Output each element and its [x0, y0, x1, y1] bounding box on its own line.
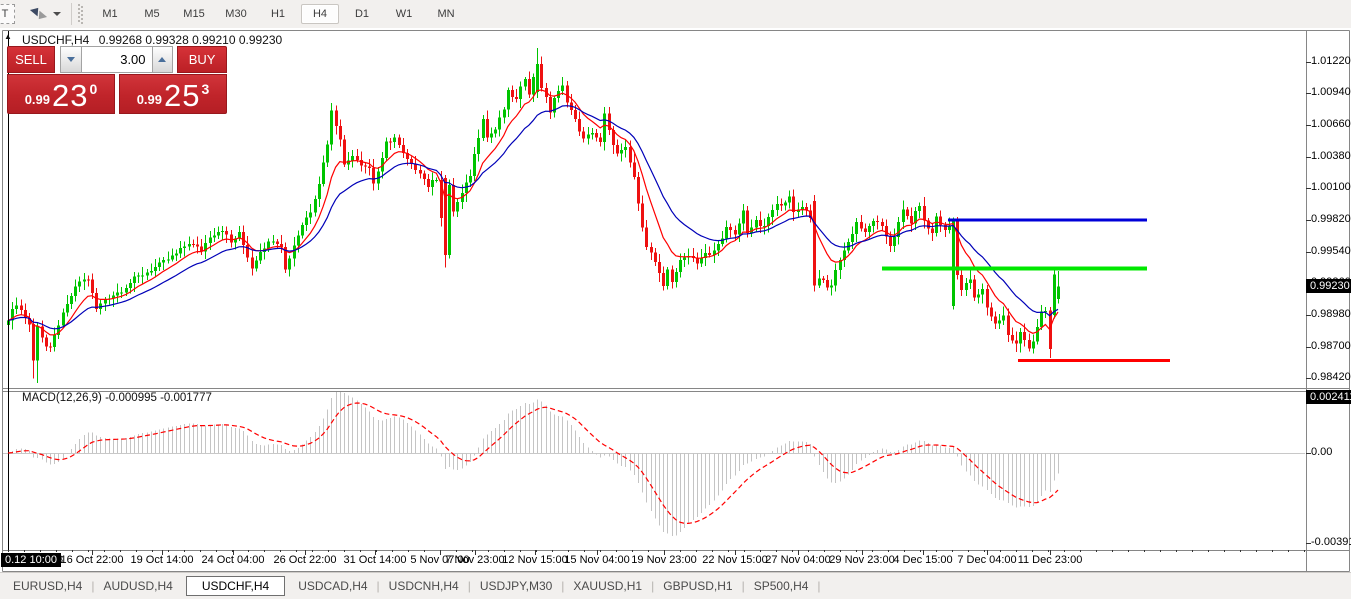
chart-tab-gbpusd[interactable]: GBPUSD,H1: [650, 576, 745, 596]
price-axis-label: 1.01220: [1311, 55, 1351, 67]
chart-tab-usdchf[interactable]: USDCHF,H4: [186, 576, 285, 596]
triangle-down-icon: [67, 57, 75, 62]
time-axis-label: 19 Oct 14:00: [131, 554, 194, 566]
toolbar: T M1M5M15M30H1H4D1W1MN: [0, 0, 1351, 29]
timeframe-button-m30[interactable]: M30: [217, 4, 255, 24]
time-axis-label: 24 Oct 04:00: [202, 554, 265, 566]
time-axis-label: 22 Nov 15:00: [702, 554, 767, 566]
current-price-label: 0.99230: [1306, 279, 1351, 293]
price-axis-label: 1.00660: [1311, 118, 1351, 130]
buy-button[interactable]: BUY: [177, 46, 227, 73]
sell-price-panel[interactable]: 0.99 23 0: [7, 74, 115, 114]
timeframe-button-h4[interactable]: H4: [301, 4, 339, 24]
ma-fast-line: [8, 90, 1058, 335]
chart-tab-eurusd[interactable]: EURUSD,H4: [0, 576, 95, 596]
symbol-period-label: USDCHF,H4: [22, 33, 89, 47]
object-anchor-icon[interactable]: ▲: [4, 32, 12, 41]
price-axis-label: 1.00380: [1311, 150, 1351, 162]
time-axis-label: 7 Nov 23:00: [445, 554, 504, 566]
chart-tab-usdcnh[interactable]: USDCNH,H4: [376, 576, 472, 596]
arrange-charts-icon[interactable]: [29, 6, 47, 22]
moving-averages-group: [8, 90, 1058, 335]
macd-indicator-label: MACD(12,26,9) -0.000995 -0.001777: [22, 392, 212, 404]
timeframe-button-m15[interactable]: M15: [175, 4, 213, 24]
timeframe-button-w1[interactable]: W1: [385, 4, 423, 24]
macd-current-value-label: 0.002411: [1306, 390, 1351, 404]
ohlc-values: 0.99268 0.99328 0.99210 0.99230: [99, 33, 283, 47]
volume-input[interactable]: [82, 46, 152, 73]
price-axis-label: 1.00940: [1311, 86, 1351, 98]
sell-price-pips: 23: [52, 81, 88, 111]
time-axis-label: 31 Oct 14:00: [344, 554, 407, 566]
chart-tab-xauusd[interactable]: XAUUSD,H1: [560, 576, 655, 596]
chart-tab-sp500[interactable]: SP500,H4: [741, 576, 822, 596]
timeframe-button-d1[interactable]: D1: [343, 4, 381, 24]
timeframe-button-mn[interactable]: MN: [427, 4, 465, 24]
tab-separator: |: [817, 579, 820, 593]
triangle-up-icon: [158, 57, 166, 62]
time-axis-label: 7 Dec 04:00: [957, 554, 1016, 566]
volume-decrease-button[interactable]: [60, 46, 82, 73]
chevron-down-icon[interactable]: [53, 12, 61, 16]
one-click-trading-panel: SELL BUY 0.99 23 0 0.99 25 3: [7, 46, 227, 114]
buy-price-pips: 25: [164, 81, 200, 111]
macd-histogram: [9, 390, 1059, 536]
time-axis-label: 29 Nov 23:00: [829, 554, 894, 566]
price-axis-label: 0.98980: [1311, 308, 1351, 320]
time-axis-label: 16 Oct 22:00: [61, 554, 124, 566]
chart-tab-usdcad[interactable]: USDCAD,H4: [285, 576, 380, 596]
price-axis-label: 0.99540: [1311, 245, 1351, 257]
time-axis-label: 15 Nov 04:00: [564, 554, 629, 566]
time-axis-label: 27 Nov 04:00: [765, 554, 830, 566]
time-axis-label: 19 Nov 23:00: [631, 554, 696, 566]
chart-tab-usdjpy[interactable]: USDJPY,M30: [467, 576, 565, 596]
time-axis-label: 26 Oct 22:00: [274, 554, 337, 566]
toolbar-grip-handle[interactable]: [78, 4, 83, 24]
time-axis-label: 12 Nov 15:00: [502, 554, 567, 566]
price-axis-label: 1.00100: [1311, 181, 1351, 193]
timeframe-button-m5[interactable]: M5: [133, 4, 171, 24]
chart-tab-audusd[interactable]: AUDUSD,H4: [90, 576, 185, 596]
buy-price-point: 3: [202, 81, 210, 97]
buy-price-panel[interactable]: 0.99 25 3: [119, 74, 227, 114]
sell-button[interactable]: SELL: [7, 46, 55, 73]
macd-axis-label: 0.00: [1311, 446, 1332, 458]
timeframe-toolbar: M1M5M15M30H1H4D1W1MN: [89, 4, 467, 24]
timeframe-button-h1[interactable]: H1: [259, 4, 297, 24]
time-axis-label: 4 Dec 15:00: [893, 554, 952, 566]
chart-window: ▲ USDCHF,H4 0.99268 0.99328 0.99210 0.99…: [0, 28, 1351, 572]
price-axis-label: 0.98420: [1311, 371, 1351, 383]
price-axis-label: 0.98700: [1311, 340, 1351, 352]
chart-tab-bar: EURUSD,H4|AUDUSD,H4USDCHF,H4USDCAD,H4|US…: [0, 572, 1351, 599]
vline-time-marker: 0.12 10:00: [1, 553, 61, 567]
macd-axis-label: -0.003913: [1311, 536, 1351, 548]
chart-title: USDCHF,H4 0.99268 0.99328 0.99210 0.9923…: [22, 33, 282, 47]
sell-price-base: 0.99: [25, 92, 50, 107]
buy-price-base: 0.99: [137, 92, 162, 107]
ma-slow-line: [8, 106, 1058, 329]
sell-price-point: 0: [90, 81, 98, 97]
time-axis-label: 11 Dec 23:00: [1018, 554, 1083, 566]
text-tool-icon[interactable]: T: [0, 4, 15, 24]
timeframe-button-m1[interactable]: M1: [91, 4, 129, 24]
toolbar-separator: [71, 3, 72, 25]
price-axis-label: 0.99820: [1311, 213, 1351, 225]
volume-increase-button[interactable]: [152, 46, 174, 73]
